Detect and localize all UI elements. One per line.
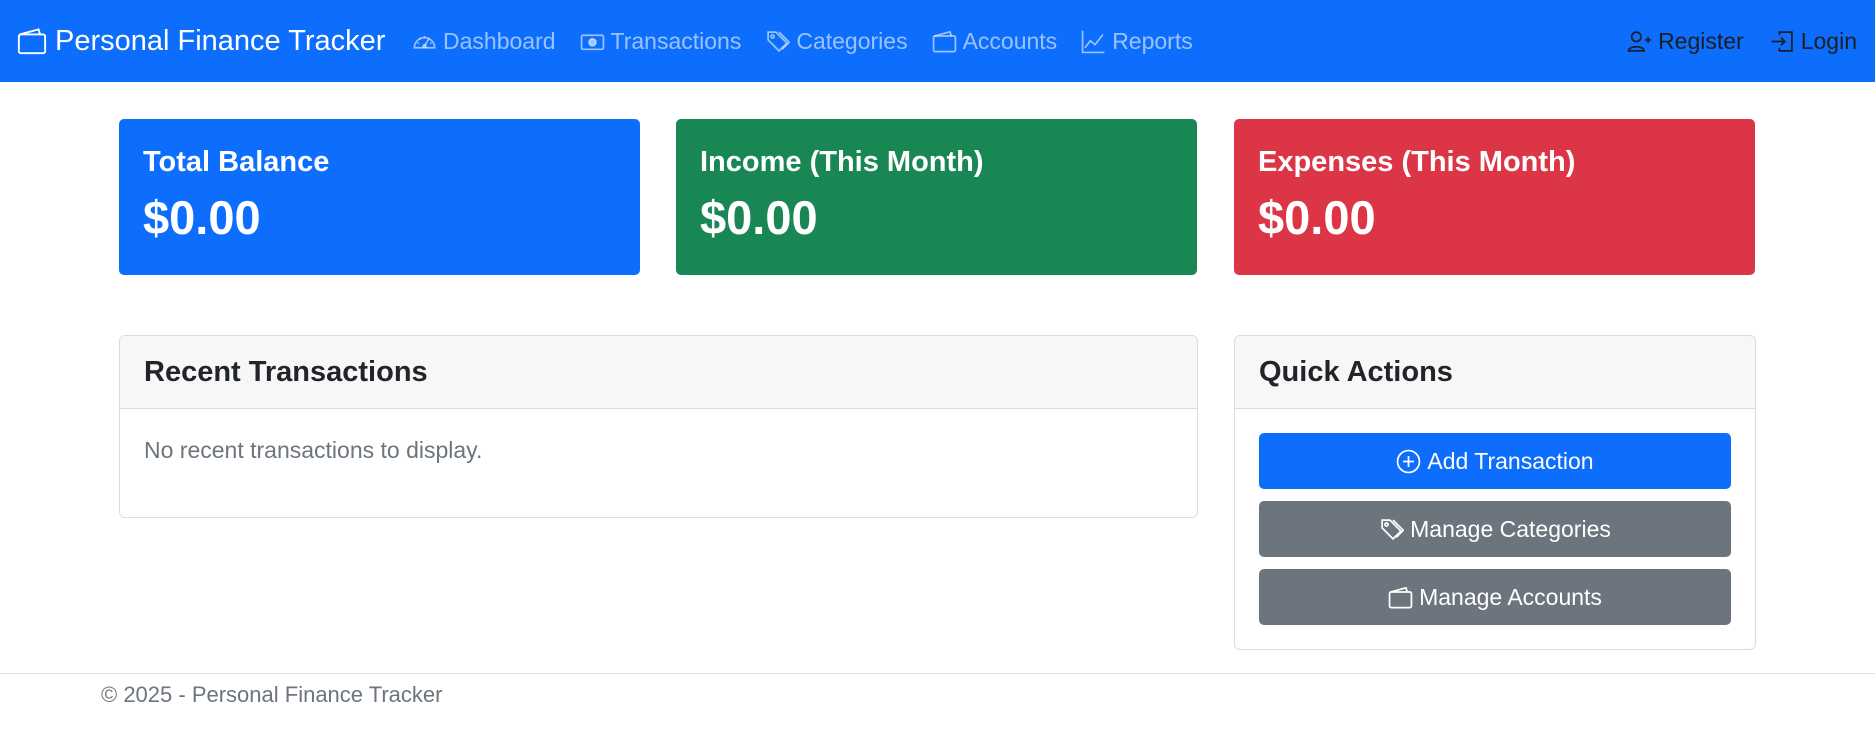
recent-transactions-card: Recent Transactions No recent transactio… (119, 335, 1198, 518)
card-header: Recent Transactions (120, 336, 1197, 409)
nav-link-label: Categories (796, 27, 908, 54)
nav-link-label: Dashboard (443, 27, 556, 54)
box-arrow-in-right-icon (1771, 30, 1793, 52)
stat-value: $0.00 (143, 190, 261, 244)
add-transaction-button[interactable]: Add Transaction (1259, 433, 1731, 489)
cash-icon (580, 33, 604, 50)
nav-link-label: Reports (1112, 27, 1193, 54)
stat-value: $0.00 (700, 190, 818, 244)
nav-links: Dashboard Transactions Categories Accoun… (412, 22, 1217, 60)
nav-link-categories[interactable]: Categories (765, 27, 908, 55)
empty-message: No recent transactions to display. (144, 437, 483, 463)
wallet-icon (17, 28, 47, 55)
tags-icon (1381, 518, 1405, 540)
brand-label: Personal Finance Tracker (55, 24, 386, 57)
quick-actions-body: Add Transaction Manage Categories Manage… (1235, 409, 1755, 649)
button-label: Manage Accounts (1419, 583, 1602, 610)
navbar-brand[interactable]: Personal Finance Tracker (16, 22, 385, 60)
nav-auth-links: Register Login (1601, 22, 1857, 60)
nav-link-label: Transactions (610, 27, 742, 54)
nav-link-dashboard[interactable]: Dashboard (412, 28, 556, 55)
plus-circle-icon (1397, 449, 1421, 473)
nav-link-label: Login (1800, 27, 1857, 54)
expenses-card: Expenses (This Month) $0.00 (1234, 119, 1755, 275)
tags-icon (767, 30, 791, 52)
nav-link-label: Register (1658, 27, 1744, 54)
nav-link-label: Accounts (962, 27, 1058, 54)
stat-title: Total Balance (143, 146, 330, 178)
navbar: Personal Finance Tracker Dashboard Trans… (0, 0, 1875, 82)
nav-link-transactions[interactable]: Transactions (580, 27, 742, 55)
manage-accounts-button[interactable]: Manage Accounts (1259, 569, 1731, 625)
stat-value: $0.00 (1258, 190, 1376, 244)
total-balance-card: Total Balance $0.00 (119, 119, 640, 275)
button-label: Manage Categories (1410, 515, 1611, 542)
nav-link-reports[interactable]: Reports (1081, 28, 1193, 55)
speedometer-icon (413, 35, 436, 49)
footer-copyright: © 2025 - Personal Finance Tracker (101, 682, 443, 707)
wallet-icon (1388, 586, 1413, 609)
wallet-icon (932, 30, 956, 53)
footer: © 2025 - Personal Finance Tracker (0, 673, 1875, 737)
quick-actions-card: Quick Actions Add Transaction Manage Cat… (1234, 335, 1756, 650)
nav-link-accounts[interactable]: Accounts (932, 27, 1058, 55)
stat-title: Expenses (This Month) (1258, 146, 1576, 178)
nav-link-login[interactable]: Login (1770, 28, 1857, 55)
button-label: Add Transaction (1427, 447, 1594, 474)
income-card: Income (This Month) $0.00 (676, 119, 1197, 275)
person-plus-icon (1627, 30, 1652, 52)
nav-link-register[interactable]: Register (1627, 28, 1744, 55)
card-header: Quick Actions (1235, 336, 1755, 409)
stat-title: Income (This Month) (700, 146, 984, 178)
graph-up-icon (1081, 30, 1105, 53)
manage-categories-button[interactable]: Manage Categories (1259, 501, 1731, 557)
